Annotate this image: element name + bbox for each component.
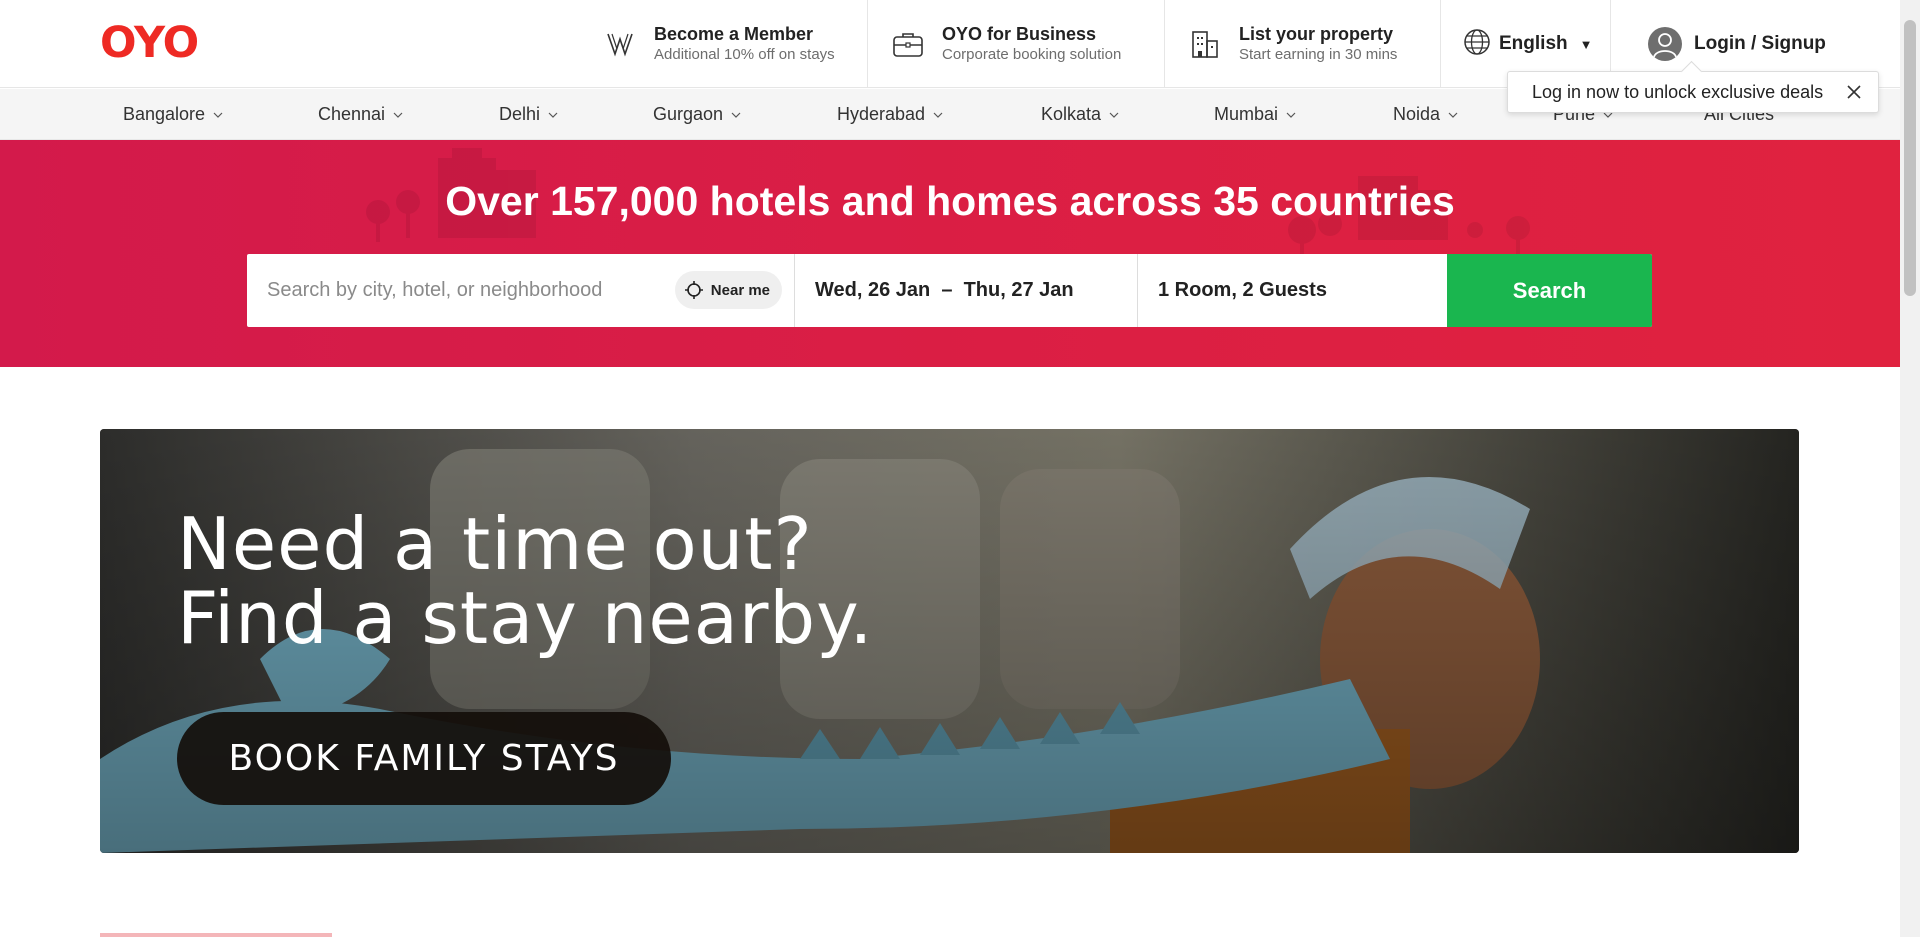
chevron-down-icon — [393, 112, 403, 118]
city-item-chennai[interactable]: Chennai — [318, 89, 403, 140]
property-subtitle: Start earning in 30 mins — [1239, 46, 1398, 63]
language-label: English — [1499, 33, 1568, 54]
banner-headline: Need a time out? Find a stay nearby. — [177, 507, 873, 655]
globe-icon — [1463, 28, 1491, 61]
family-stays-banner[interactable]: Need a time out? Find a stay nearby. BOO… — [100, 429, 1799, 853]
business-title: OYO for Business — [942, 24, 1097, 44]
chevron-down-icon — [1109, 112, 1119, 118]
search-bar: Near me Wed, 26 Jan – Thu, 27 Jan 1 Room… — [247, 254, 1652, 327]
briefcase-icon — [890, 26, 926, 62]
chevron-down-icon — [1286, 112, 1296, 118]
hero-title: Over 157,000 hotels and homes across 35 … — [445, 178, 1455, 224]
city-item-mumbai[interactable]: Mumbai — [1214, 89, 1296, 140]
banner-headline-line2: Find a stay nearby. — [177, 576, 874, 660]
chevron-down-icon — [548, 112, 558, 118]
member-subtitle: Additional 10% off on stays — [654, 46, 835, 63]
property-title: List your property — [1239, 24, 1394, 44]
near-me-label: Near me — [710, 281, 770, 299]
become-member-link[interactable]: Become a Member Additional 10% off on st… — [580, 0, 868, 88]
scrollbar-thumb[interactable] — [1904, 20, 1916, 296]
user-avatar-icon — [1648, 27, 1682, 61]
page-scrollbar[interactable] — [1900, 0, 1920, 937]
location-search-field[interactable]: Near me — [247, 254, 795, 327]
business-subtitle: Corporate booking solution — [942, 46, 1122, 63]
location-search-input[interactable] — [267, 279, 667, 302]
chevron-down-icon — [933, 112, 943, 118]
building-icon — [1187, 26, 1223, 62]
oyo-business-link[interactable]: OYO for Business Corporate booking solut… — [868, 0, 1165, 88]
city-item-noida[interactable]: Noida — [1393, 89, 1458, 140]
banner-headline-line1: Need a time out? — [177, 502, 813, 586]
login-deals-tooltip: Log in now to unlock exclusive deals — [1507, 71, 1879, 113]
rooms-guests-selector[interactable]: 1 Room, 2 Guests — [1138, 254, 1447, 327]
search-button[interactable]: Search — [1447, 254, 1652, 327]
wizard-w-icon — [602, 26, 638, 62]
login-label: Login / Signup — [1694, 33, 1826, 54]
city-item-bangalore[interactable]: Bangalore — [123, 89, 223, 140]
member-title: Become a Member — [654, 24, 814, 44]
crosshair-icon — [684, 281, 703, 299]
near-me-button[interactable]: Near me — [674, 271, 782, 309]
city-item-delhi[interactable]: Delhi — [499, 89, 558, 140]
chevron-down-icon — [1448, 112, 1458, 118]
city-item-hyderabad[interactable]: Hyderabad — [837, 89, 943, 140]
chevron-down-icon — [731, 112, 741, 118]
tooltip-text: Log in now to unlock exclusive deals — [1532, 81, 1824, 102]
oyo-logo[interactable]: OYO — [100, 18, 199, 68]
close-icon[interactable] — [1846, 84, 1862, 100]
book-family-stays-button[interactable]: BOOK FAMILY STAYS — [177, 712, 671, 805]
chevron-down-icon — [213, 112, 223, 118]
city-item-gurgaon[interactable]: Gurgaon — [653, 89, 741, 140]
date-range-picker[interactable]: Wed, 26 Jan – Thu, 27 Jan — [795, 254, 1138, 327]
rooms-guests-text: 1 Room, 2 Guests — [1158, 279, 1327, 301]
city-item-kolkata[interactable]: Kolkata — [1041, 89, 1119, 140]
caret-down-icon: ▼ — [1579, 36, 1593, 52]
next-section-peek — [100, 933, 332, 937]
list-property-link[interactable]: List your property Start earning in 30 m… — [1165, 0, 1441, 88]
date-range-text: Wed, 26 Jan – Thu, 27 Jan — [815, 279, 1074, 301]
